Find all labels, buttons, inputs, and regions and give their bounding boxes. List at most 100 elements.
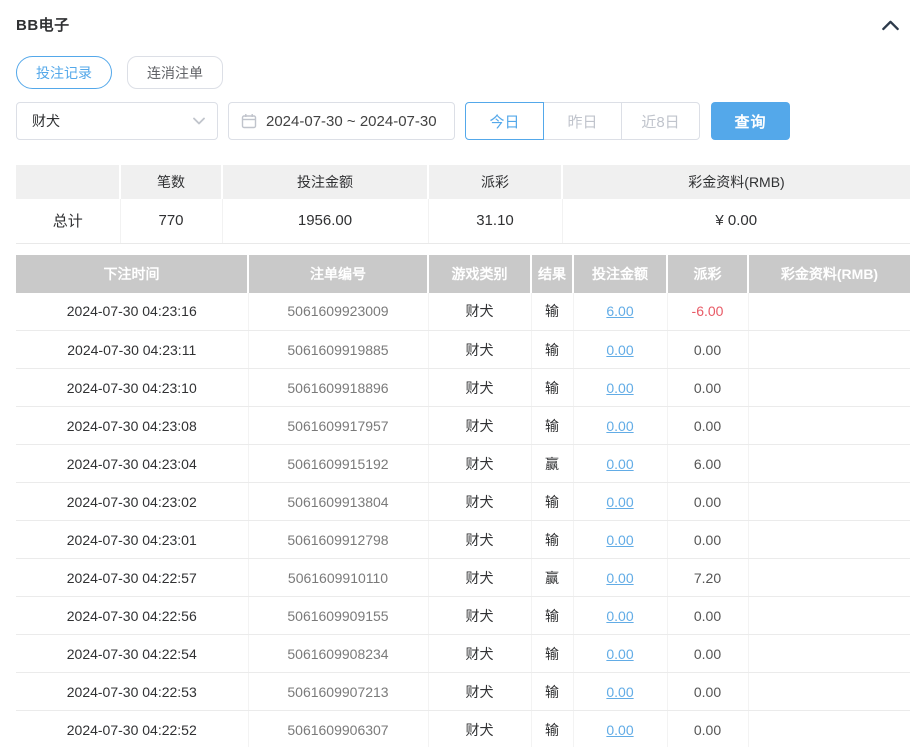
summary-table: 笔数 投注金额 派彩 彩金资料(RMB) 总计 770 1956.00 31.1… bbox=[16, 165, 910, 244]
records-table: 下注时间 注单编号 游戏类别 结果 投注金额 派彩 彩金资料(RMB) 2024… bbox=[16, 255, 910, 747]
date-range-value: 2024-07-30 ~ 2024-07-30 bbox=[266, 113, 437, 130]
order-number-cell: 5061609913804 bbox=[248, 483, 428, 521]
tab-bet-records[interactable]: 投注记录 bbox=[16, 56, 112, 89]
payout-cell: 0.00 bbox=[667, 369, 748, 407]
summary-count-value: 770 bbox=[120, 199, 222, 243]
bonus-cell bbox=[748, 445, 910, 483]
bet-amount-link[interactable]: 0.00 bbox=[606, 380, 633, 396]
bet-time-cell: 2024-07-30 04:22:54 bbox=[16, 635, 248, 673]
quick-range-group: 今日 昨日 近8日 bbox=[465, 102, 700, 140]
game-type-cell: 财犬 bbox=[428, 711, 531, 747]
bet-time-cell: 2024-07-30 04:22:56 bbox=[16, 597, 248, 635]
summary-header-payout: 派彩 bbox=[428, 165, 562, 199]
betting-records-panel: BB电子 投注记录 连消注单 财犬 2024-07-30 ~ 2024-07-3… bbox=[0, 0, 916, 747]
payout-cell: 0.00 bbox=[667, 521, 748, 559]
game-type-cell: 财犬 bbox=[428, 293, 531, 331]
page-title: BB电子 bbox=[16, 14, 70, 35]
order-number-cell: 5061609907213 bbox=[248, 673, 428, 711]
summary-header-blank bbox=[16, 165, 120, 199]
bonus-cell bbox=[748, 673, 910, 711]
order-number-cell: 5061609919885 bbox=[248, 331, 428, 369]
bet-amount-link[interactable]: 0.00 bbox=[606, 494, 633, 510]
result-cell: 输 bbox=[531, 673, 573, 711]
result-cell: 输 bbox=[531, 635, 573, 673]
bet-amount-link[interactable]: 0.00 bbox=[606, 342, 633, 358]
payout-cell: 0.00 bbox=[667, 407, 748, 445]
summary-bet-total-value: 1956.00 bbox=[222, 199, 428, 243]
summary-bonus-total-value: ¥ 0.00 bbox=[562, 199, 910, 243]
bet-amount-link[interactable]: 0.00 bbox=[606, 570, 633, 586]
records-header-result: 结果 bbox=[531, 255, 573, 293]
bet-amount-link[interactable]: 0.00 bbox=[606, 532, 633, 548]
quick-range-today[interactable]: 今日 bbox=[465, 102, 544, 140]
bet-amount-cell: 0.00 bbox=[573, 483, 667, 521]
bet-amount-link[interactable]: 6.00 bbox=[606, 303, 633, 319]
records-header-payout: 派彩 bbox=[667, 255, 748, 293]
collapse-button[interactable] bbox=[881, 18, 906, 32]
result-cell: 赢 bbox=[531, 559, 573, 597]
filter-bar: 财犬 2024-07-30 ~ 2024-07-30 今日 昨日 近8日 查询 bbox=[16, 102, 910, 140]
table-row: 2024-07-30 04:23:08 5061609917957 财犬 输 0… bbox=[16, 407, 910, 445]
query-button[interactable]: 查询 bbox=[711, 102, 790, 140]
result-cell: 输 bbox=[531, 483, 573, 521]
bet-amount-link[interactable]: 0.00 bbox=[606, 608, 633, 624]
payout-cell: 0.00 bbox=[667, 483, 748, 521]
payout-cell: 0.00 bbox=[667, 635, 748, 673]
quick-range-yesterday[interactable]: 昨日 bbox=[543, 102, 622, 140]
bet-amount-link[interactable]: 0.00 bbox=[606, 722, 633, 738]
records-header-bet-time: 下注时间 bbox=[16, 255, 248, 293]
bonus-cell bbox=[748, 293, 910, 331]
bonus-cell bbox=[748, 369, 910, 407]
bet-amount-cell: 0.00 bbox=[573, 331, 667, 369]
result-cell: 输 bbox=[531, 711, 573, 747]
bet-time-cell: 2024-07-30 04:23:02 bbox=[16, 483, 248, 521]
bet-amount-cell: 0.00 bbox=[573, 369, 667, 407]
result-cell: 输 bbox=[531, 293, 573, 331]
tab-cancelled-orders[interactable]: 连消注单 bbox=[127, 56, 223, 89]
bet-time-cell: 2024-07-30 04:23:08 bbox=[16, 407, 248, 445]
result-cell: 输 bbox=[531, 407, 573, 445]
bet-amount-link[interactable]: 0.00 bbox=[606, 684, 633, 700]
game-type-cell: 财犬 bbox=[428, 635, 531, 673]
bet-amount-cell: 0.00 bbox=[573, 597, 667, 635]
order-number-cell: 5061609910110 bbox=[248, 559, 428, 597]
records-header-order-number: 注单编号 bbox=[248, 255, 428, 293]
game-type-cell: 财犬 bbox=[428, 559, 531, 597]
bet-time-cell: 2024-07-30 04:22:52 bbox=[16, 711, 248, 747]
bet-amount-cell: 0.00 bbox=[573, 559, 667, 597]
result-cell: 输 bbox=[531, 521, 573, 559]
bet-amount-link[interactable]: 0.00 bbox=[606, 646, 633, 662]
payout-cell: 7.20 bbox=[667, 559, 748, 597]
bet-amount-link[interactable]: 0.00 bbox=[606, 456, 633, 472]
table-row: 2024-07-30 04:23:01 5061609912798 财犬 输 0… bbox=[16, 521, 910, 559]
game-type-cell: 财犬 bbox=[428, 407, 531, 445]
bonus-cell bbox=[748, 331, 910, 369]
quick-range-last8days[interactable]: 近8日 bbox=[621, 102, 700, 140]
order-number-cell: 5061609912798 bbox=[248, 521, 428, 559]
table-row: 2024-07-30 04:23:11 5061609919885 财犬 输 0… bbox=[16, 331, 910, 369]
table-row: 2024-07-30 04:23:02 5061609913804 财犬 输 0… bbox=[16, 483, 910, 521]
date-range-picker[interactable]: 2024-07-30 ~ 2024-07-30 bbox=[228, 102, 455, 140]
bet-amount-link[interactable]: 0.00 bbox=[606, 418, 633, 434]
game-type-cell: 财犬 bbox=[428, 673, 531, 711]
bet-amount-cell: 0.00 bbox=[573, 711, 667, 747]
game-type-cell: 财犬 bbox=[428, 521, 531, 559]
chevron-up-icon bbox=[881, 18, 900, 32]
payout-cell: 6.00 bbox=[667, 445, 748, 483]
bet-amount-cell: 0.00 bbox=[573, 521, 667, 559]
bet-time-cell: 2024-07-30 04:22:53 bbox=[16, 673, 248, 711]
panel-header: BB电子 bbox=[16, 0, 910, 35]
chevron-down-icon bbox=[193, 117, 205, 125]
game-type-cell: 财犬 bbox=[428, 331, 531, 369]
game-select-value: 财犬 bbox=[32, 111, 60, 131]
summary-total-label: 总计 bbox=[16, 199, 120, 243]
order-number-cell: 5061609908234 bbox=[248, 635, 428, 673]
summary-header-row: 笔数 投注金额 派彩 彩金资料(RMB) bbox=[16, 165, 910, 199]
records-header-bonus: 彩金资料(RMB) bbox=[748, 255, 910, 293]
records-header-game-type: 游戏类别 bbox=[428, 255, 531, 293]
result-cell: 赢 bbox=[531, 445, 573, 483]
game-select[interactable]: 财犬 bbox=[16, 102, 218, 140]
game-type-cell: 财犬 bbox=[428, 369, 531, 407]
order-number-cell: 5061609909155 bbox=[248, 597, 428, 635]
table-row: 2024-07-30 04:22:57 5061609910110 财犬 赢 0… bbox=[16, 559, 910, 597]
